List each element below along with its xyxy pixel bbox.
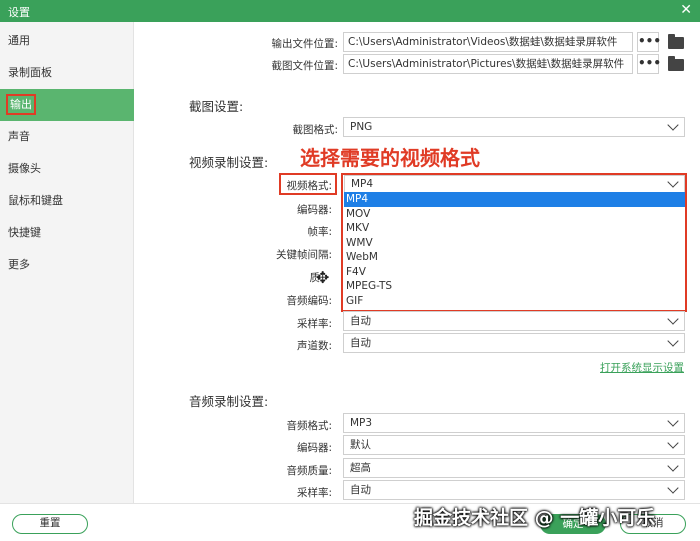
- audio-sample-rate-select[interactable]: 自动: [343, 480, 685, 500]
- audio-section-title: 音频录制设置:: [189, 394, 269, 409]
- chevron-down-icon: [667, 313, 679, 325]
- quality-label: 质: [309, 272, 321, 284]
- channels-label: 声道数:: [296, 340, 332, 352]
- annotation-text: 选择需要的视频格式: [300, 146, 480, 170]
- encoder-label: 编码器:: [296, 204, 332, 216]
- screenshot-section-title: 截图设置:: [189, 99, 244, 114]
- chevron-down-icon: [667, 482, 679, 494]
- audio-encoder-select[interactable]: 默认: [343, 435, 685, 455]
- video-section-title: 视频录制设置:: [189, 155, 269, 170]
- reset-button[interactable]: 重置: [12, 514, 88, 534]
- sidebar-item-output[interactable]: 输出: [0, 89, 134, 121]
- sidebar-item-general[interactable]: 通用: [0, 25, 134, 57]
- sample-rate-select[interactable]: 自动: [343, 311, 685, 331]
- fps-label: 帧率:: [307, 226, 332, 238]
- chevron-down-icon: [667, 460, 679, 472]
- chevron-down-icon: [667, 437, 679, 449]
- folder-icon[interactable]: [668, 56, 684, 71]
- audio-codec-label: 音频编码:: [286, 295, 332, 307]
- close-icon[interactable]: ✕: [680, 2, 692, 18]
- sidebar-item-camera[interactable]: 摄像头: [0, 153, 134, 185]
- sidebar-item-more[interactable]: 更多: [0, 249, 134, 281]
- chevron-down-icon: [667, 415, 679, 427]
- highlight-box-dropdown: [341, 173, 687, 312]
- screenshot-format-select[interactable]: PNG: [343, 117, 685, 137]
- sidebar-item-hotkeys[interactable]: 快捷键: [0, 217, 134, 249]
- output-location-label: 输出文件位置:: [271, 38, 338, 50]
- watermark: 掘金技术社区 @ 一罐小可乐: [414, 507, 656, 529]
- move-cursor-icon: ✥: [316, 268, 330, 287]
- sidebar: 通用 录制面板 输出 声音 摄像头 鼠标和键盘 快捷键 更多: [0, 22, 134, 503]
- video-format-label: 视频格式:: [286, 180, 332, 192]
- sample-rate-label: 采样率:: [296, 318, 332, 330]
- audio-encoder-label: 编码器:: [296, 442, 332, 454]
- chevron-down-icon: [667, 335, 679, 347]
- output-location-field[interactable]: C:\Users\Administrator\Videos\数据蛙\数据蛙录屏软…: [343, 32, 633, 52]
- audio-sample-rate-label: 采样率:: [296, 487, 332, 499]
- audio-quality-select[interactable]: 超高: [343, 458, 685, 478]
- title-bar: 设置 ✕: [0, 0, 700, 22]
- sidebar-item-mouse-keyboard[interactable]: 鼠标和键盘: [0, 185, 134, 217]
- sidebar-item-record-panel[interactable]: 录制面板: [0, 57, 134, 89]
- audio-quality-label: 音频质量:: [286, 465, 332, 477]
- screenshot-format-label: 截图格式:: [292, 124, 338, 136]
- sidebar-item-sound[interactable]: 声音: [0, 121, 134, 153]
- output-location-browse-button[interactable]: •••: [637, 32, 661, 52]
- folder-icon[interactable]: [668, 34, 684, 49]
- open-system-display-link[interactable]: 打开系统显示设置: [600, 360, 684, 375]
- keyframe-label: 关键帧间隔:: [275, 249, 332, 261]
- window-title: 设置: [8, 6, 30, 19]
- screenshot-location-browse-button[interactable]: •••: [637, 54, 661, 74]
- screenshot-location-field[interactable]: C:\Users\Administrator\Pictures\数据蛙\数据蛙录…: [343, 54, 633, 74]
- channels-select[interactable]: 自动: [343, 333, 685, 353]
- audio-format-label: 音频格式:: [286, 420, 332, 432]
- chevron-down-icon: [667, 119, 679, 131]
- screenshot-location-label: 截图文件位置:: [271, 60, 338, 72]
- audio-format-select[interactable]: MP3: [343, 413, 685, 433]
